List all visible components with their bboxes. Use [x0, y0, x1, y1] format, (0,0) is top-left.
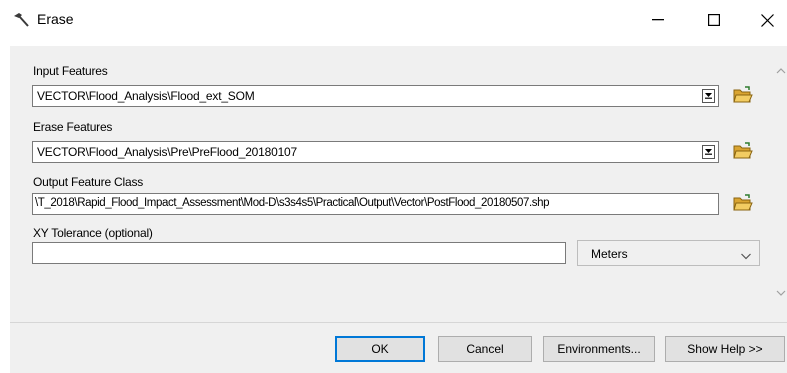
folder-open-icon: [733, 141, 753, 163]
erase-features-combobox[interactable]: VECTOR\Flood_Analysis\Pre\PreFlood_20180…: [32, 141, 719, 163]
close-button[interactable]: [744, 6, 787, 34]
output-feature-class-input[interactable]: \T_2018\Rapid_Flood_Impact_Assessment\Mo…: [32, 193, 719, 215]
chevron-down-icon: [741, 249, 751, 263]
input-features-combobox[interactable]: VECTOR\Flood_Analysis\Flood_ext_SOM: [32, 85, 719, 107]
dropdown-arrow-icon[interactable]: [702, 145, 715, 159]
input-features-value: VECTOR\Flood_Analysis\Flood_ext_SOM: [37, 89, 255, 103]
erase-features-browse-button[interactable]: [731, 140, 755, 164]
show-help-button[interactable]: Show Help >>: [665, 336, 785, 362]
erase-features-label: Erase Features: [33, 120, 113, 134]
xy-tolerance-units-select[interactable]: Meters: [577, 240, 760, 266]
close-icon: [760, 13, 774, 27]
window-title: Erase: [37, 11, 74, 27]
vertical-scrollbar[interactable]: [775, 46, 787, 322]
units-value: Meters: [591, 247, 628, 261]
output-feature-class-label: Output Feature Class: [33, 175, 144, 189]
maximize-icon: [708, 14, 720, 26]
folder-open-icon: [733, 193, 753, 215]
minimize-button[interactable]: [635, 6, 681, 34]
xy-tolerance-input[interactable]: [32, 242, 566, 264]
input-features-label: Input Features: [33, 64, 108, 78]
scroll-down-icon[interactable]: [776, 286, 786, 300]
minimize-icon: [652, 19, 664, 21]
title-bar: Erase: [0, 0, 787, 40]
input-features-browse-button[interactable]: [731, 84, 755, 108]
scroll-up-icon[interactable]: [776, 64, 786, 78]
output-feature-class-value: \T_2018\Rapid_Flood_Impact_Assessment\Mo…: [35, 197, 550, 209]
maximize-button[interactable]: [691, 6, 737, 34]
dropdown-arrow-icon[interactable]: [702, 89, 715, 103]
ok-button[interactable]: OK: [335, 336, 425, 362]
hammer-icon: [12, 11, 30, 29]
folder-open-icon: [733, 85, 753, 107]
environments-button[interactable]: Environments...: [543, 336, 655, 362]
erase-features-value: VECTOR\Flood_Analysis\Pre\PreFlood_20180…: [37, 145, 297, 159]
output-feature-class-browse-button[interactable]: [731, 192, 755, 216]
cancel-button[interactable]: Cancel: [438, 336, 532, 362]
xy-tolerance-label: XY Tolerance (optional): [33, 226, 153, 240]
